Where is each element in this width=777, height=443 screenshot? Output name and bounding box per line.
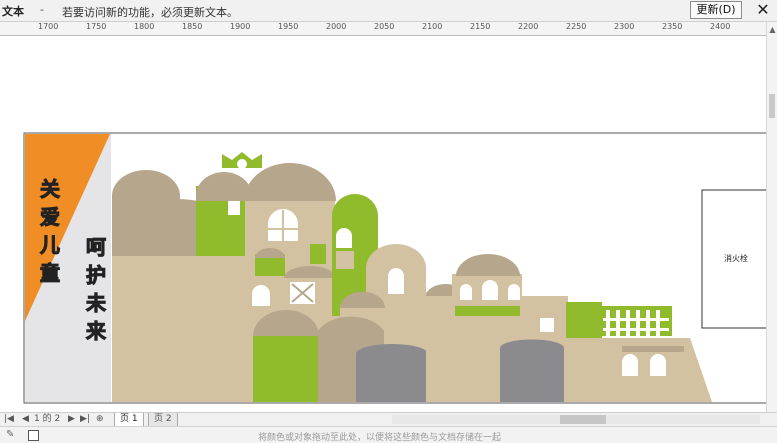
hydrant-label: 消火栓 <box>724 253 748 263</box>
artwork[interactable]: 消火栓 关爱儿童 呵护未来 <box>0 36 771 412</box>
vertical-scrollbar[interactable]: ▲ <box>766 22 777 412</box>
ruler-tick: 2350 <box>662 22 683 31</box>
ruler-tick: 2200 <box>518 22 539 31</box>
ruler-tick: 2050 <box>374 22 395 31</box>
ruler-tick: 1950 <box>278 22 299 31</box>
prev-page-icon[interactable]: ◀ <box>22 413 29 425</box>
green-block <box>566 302 602 338</box>
vertical-char: 儿 <box>39 233 60 257</box>
eyedropper-icon[interactable]: ✎ <box>6 429 14 440</box>
update-notification-bar: 文本 - 若要访问新的功能，必须更新文本。 更新(D) ✕ <box>0 0 777 22</box>
scroll-up-icon[interactable]: ▲ <box>767 24 777 36</box>
color-tray-hint: 将颜色或对象拖动至此处，以便将这些颜色与文档存储在一起 <box>258 433 502 443</box>
notice-label: 文本 <box>2 5 24 18</box>
add-page-icon[interactable]: ⊕ <box>96 413 104 425</box>
ruler-tick: 2250 <box>566 22 587 31</box>
vertical-char: 爱 <box>40 205 60 229</box>
scroll-thumb[interactable] <box>769 94 775 118</box>
ruler-tick: 2000 <box>326 22 347 31</box>
ruler-tick: 2300 <box>614 22 635 31</box>
gray-gate-2 <box>500 339 564 402</box>
close-notice-button[interactable]: ✕ <box>752 0 774 22</box>
ruler-tick: 2400 <box>710 22 731 31</box>
no-color-swatch[interactable] <box>28 430 39 441</box>
green-fence-small <box>310 244 326 264</box>
ruler-tick: 1850 <box>182 22 203 31</box>
tower-window <box>228 201 240 215</box>
page-navigation-bar: |◀ ◀ 1 的 2 ▶ ▶| ⊕ 页 1 页 2 <box>0 412 777 427</box>
ruler-tick: 1900 <box>230 22 251 31</box>
vertical-char: 呵 <box>86 235 106 259</box>
vertical-char: 来 <box>85 319 107 343</box>
update-button[interactable]: 更新(D) <box>690 1 742 19</box>
gray-gate-1 <box>356 344 428 402</box>
vertical-char: 未 <box>86 291 106 315</box>
notice-message: 若要访问新的功能，必须更新文本。 <box>62 6 238 19</box>
ruler-tick: 1800 <box>134 22 155 31</box>
tab-page-1[interactable]: 页 1 <box>114 413 144 427</box>
vertical-char: 护 <box>86 263 106 287</box>
next-page-icon[interactable]: ▶ <box>68 413 75 425</box>
green-door <box>253 334 319 402</box>
tab-page-2[interactable]: 页 2 <box>148 413 178 427</box>
horizontal-ruler[interactable]: 1700 1750 1800 1850 1900 1950 2000 2050 … <box>0 22 766 36</box>
last-page-icon[interactable]: ▶| <box>80 413 90 425</box>
vertical-char: 童 <box>40 261 60 285</box>
small-arch-window <box>252 285 270 306</box>
ruler-tick: 2100 <box>422 22 443 31</box>
page-info: 1 的 2 <box>34 414 61 424</box>
ruler-tick: 1750 <box>86 22 107 31</box>
ruler-tick: 1700 <box>38 22 59 31</box>
horizontal-scrollbar[interactable] <box>392 415 760 424</box>
color-tray: ✎ 将颜色或对象拖动至此处，以便将这些颜色与文档存储在一起 <box>0 426 777 443</box>
first-page-icon[interactable]: |◀ <box>4 413 14 425</box>
ruler-tick: 2150 <box>470 22 491 31</box>
tower-arch <box>336 228 352 248</box>
drawing-canvas[interactable]: 消火栓 关爱儿童 呵护未来 <box>0 36 771 412</box>
crown-window <box>237 159 247 169</box>
horizontal-scroll-thumb[interactable] <box>560 415 606 424</box>
vertical-char: 关 <box>40 177 60 201</box>
notice-separator: - <box>40 3 44 16</box>
close-icon: ✕ <box>756 0 770 19</box>
center-window <box>388 268 404 294</box>
